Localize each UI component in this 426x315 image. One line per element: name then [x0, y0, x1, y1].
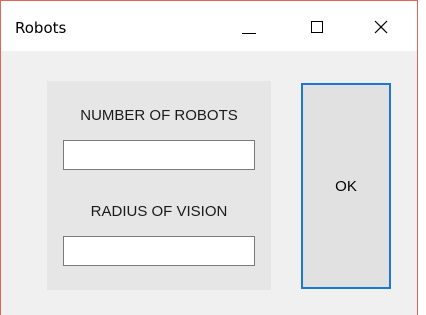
- window-title: Robots: [15, 19, 67, 37]
- minimize-button[interactable]: [225, 1, 271, 51]
- settings-panel: NUMBER OF ROBOTS RADIUS OF VISION: [47, 81, 271, 290]
- ok-button[interactable]: OK: [301, 83, 391, 289]
- maximize-icon: [311, 21, 323, 33]
- minimize-icon: [242, 33, 256, 34]
- maximize-button[interactable]: [295, 1, 341, 51]
- ok-button-label: OK: [335, 177, 357, 195]
- number-of-robots-input[interactable]: [63, 140, 255, 170]
- close-button[interactable]: [363, 1, 409, 51]
- number-of-robots-label: NUMBER OF ROBOTS: [80, 107, 238, 124]
- title-bar[interactable]: Robots: [1, 1, 417, 51]
- radius-of-vision-label: RADIUS OF VISION: [90, 203, 228, 220]
- close-icon: [374, 20, 388, 34]
- radius-of-vision-input[interactable]: [63, 236, 255, 266]
- robots-window: Robots NUMBER OF ROBOTS RADIUS OF VISION…: [0, 0, 418, 315]
